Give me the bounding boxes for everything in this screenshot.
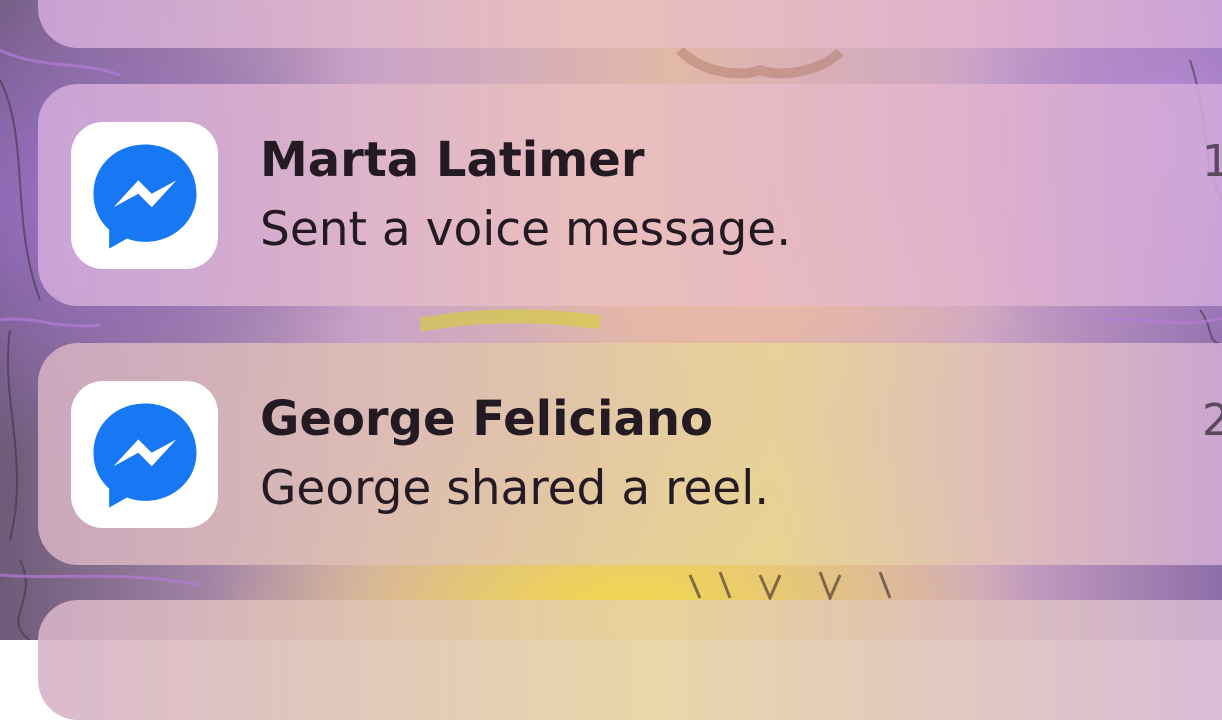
messenger-icon [71,122,218,269]
notification-time: 2 [1202,395,1222,446]
notification-message: Sent a voice message. [260,202,792,257]
messenger-icon [71,381,218,528]
notification-sender: George Feliciano [260,391,713,447]
notification-message: George shared a reel. [260,461,770,516]
notification-card[interactable]: Marta Latimer Sent a voice message. 1 [38,84,1222,306]
notification-time: 1 [1202,136,1222,187]
notification-sender: Marta Latimer [260,132,645,188]
notification-card-partial-top[interactable] [38,0,1222,48]
notification-card[interactable]: George Feliciano George shared a reel. 2 [38,343,1222,565]
notification-card-partial-bottom[interactable] [38,600,1222,720]
